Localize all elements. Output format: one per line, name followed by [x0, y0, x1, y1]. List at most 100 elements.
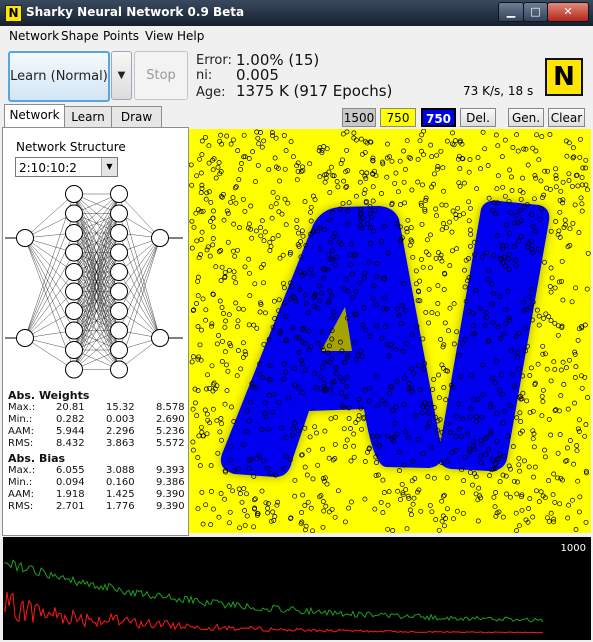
stat-value: 2.690 [156, 414, 185, 425]
learn-button[interactable]: Learn (Normal) [8, 51, 110, 102]
clear-button[interactable]: Clear [548, 108, 585, 127]
network-connection [24, 237, 75, 292]
menu-bar: Network Shape Points View Help [0, 26, 593, 46]
menu-network[interactable]: Network [9, 29, 59, 43]
drawing-canvas[interactable] [189, 129, 591, 533]
stat-value: 15.32 [106, 402, 135, 413]
close-button[interactable]: ✕ [547, 2, 589, 22]
stat-row-label: AAM: [8, 426, 34, 437]
network-neuron [110, 302, 128, 320]
stat-row: AAM: 5.944 2.296 5.236 [8, 426, 185, 438]
stop-button[interactable]: Stop [134, 51, 188, 100]
network-structure-select[interactable]: 2:10:10:2 ▼ [15, 157, 118, 177]
stat-value: 1.425 [106, 489, 135, 500]
stat-row: Max.: 6.055 3.088 9.393 [8, 465, 185, 477]
stat-row: AAM: 1.918 1.425 9.390 [8, 489, 185, 501]
network-neuron [65, 321, 83, 340]
stat-value: 9.386 [156, 477, 185, 488]
network-neuron [110, 204, 128, 223]
network-neuron [65, 360, 83, 379]
network-neuron [65, 224, 83, 242]
chevron-down-icon[interactable]: ▼ [101, 158, 117, 176]
stat-value: 0.094 [56, 477, 85, 488]
error-label: Error: [196, 53, 232, 68]
network-neuron [16, 229, 34, 247]
menu-points[interactable]: Points [103, 29, 139, 43]
network-structure-value: 2:10:10:2 [19, 161, 77, 175]
stat-row: Min.: 0.282 0.003 2.690 [8, 414, 185, 426]
menu-view[interactable]: View [145, 29, 173, 43]
stat-value: 0.282 [56, 414, 85, 425]
stat-row: RMS: 8.432 3.863 5.572 [8, 438, 185, 450]
network-neuron [110, 185, 128, 203]
stat-value: 2.296 [106, 426, 135, 437]
network-neuron [110, 341, 128, 359]
network-neuron [110, 224, 128, 242]
stat-value: 9.390 [156, 501, 185, 512]
network-neuron [65, 185, 83, 203]
ni-label: ni: [196, 68, 213, 83]
network-neuron [110, 360, 128, 379]
minimize-button[interactable]: ▁ [498, 2, 524, 22]
stat-value: 5.944 [56, 426, 85, 437]
title-bar: N Sharky Neural Network 0.9 Beta ▁ □ ✕ [0, 0, 593, 27]
tab-learn[interactable]: Learn [64, 106, 112, 127]
weights-table: Abs. Weights Max.: 20.81 15.32 8.578 Min.: 0.… [8, 389, 185, 450]
network-diagram [5, 185, 183, 379]
stat-value: 6.055 [56, 465, 85, 476]
age-value: 1375 K (917 Epochs) [236, 82, 393, 100]
error-chart: 1000 [3, 537, 591, 640]
stat-value: 2.701 [56, 501, 85, 512]
chart-background [3, 537, 591, 640]
menu-shape[interactable]: Shape [61, 29, 99, 43]
points-750-blue-button[interactable]: 750 [421, 108, 456, 127]
network-neuron [110, 282, 128, 301]
bias-table: Abs. Bias Max.: 6.055 3.088 9.393 Min.: 0.094… [8, 452, 185, 513]
stat-value: 1.918 [56, 489, 85, 500]
window-title: Sharky Neural Network 0.9 Beta [26, 5, 245, 19]
network-neuron [65, 282, 83, 301]
speed-text: 73 K/s, 18 s [463, 84, 534, 98]
network-neuron [110, 321, 128, 340]
maximize-button[interactable]: □ [523, 2, 548, 22]
stat-value: 3.863 [106, 438, 135, 449]
network-neuron [65, 243, 83, 262]
stat-value: 5.572 [156, 438, 185, 449]
stat-value: 5.236 [156, 426, 185, 437]
learn-mode-dropdown[interactable]: ▼ [111, 51, 132, 100]
network-neuron [65, 302, 83, 320]
tab-draw[interactable]: Draw [111, 106, 162, 127]
stat-value: 20.81 [56, 402, 85, 413]
delete-button[interactable]: Del. [460, 108, 496, 127]
network-neuron [65, 341, 83, 359]
stat-row-label: Max.: [8, 465, 36, 476]
chart-max-label: 1000 [561, 543, 586, 554]
points-1500-button[interactable]: 1500 [342, 108, 376, 127]
network-neuron [16, 329, 34, 347]
network-structure-label: Network Structure [16, 140, 126, 154]
stat-value: 3.088 [106, 465, 135, 476]
tab-network[interactable]: Network [4, 104, 65, 127]
network-neuron [65, 204, 83, 223]
app-icon: N [5, 5, 22, 22]
stat-row-label: RMS: [8, 501, 34, 512]
stat-value: 8.578 [156, 402, 185, 413]
network-neuron [110, 243, 128, 262]
stat-row-label: Min.: [8, 477, 33, 488]
stat-value: 9.390 [156, 489, 185, 500]
stat-value: 9.393 [156, 465, 185, 476]
stat-row: RMS: 2.701 1.776 9.390 [8, 501, 185, 513]
generate-button[interactable]: Gen. [508, 108, 544, 127]
stat-row-label: RMS: [8, 438, 34, 449]
age-label: Age: [196, 85, 226, 100]
stat-value: 0.160 [106, 477, 135, 488]
stat-row-label: Max.: [8, 402, 36, 413]
stat-row: Min.: 0.094 0.160 9.386 [8, 477, 185, 489]
stat-value: 0.003 [106, 414, 135, 425]
network-neuron [151, 229, 169, 247]
stat-row: Max.: 20.81 15.32 8.578 [8, 402, 185, 414]
points-750-yellow-button[interactable]: 750 [380, 108, 416, 127]
menu-help[interactable]: Help [177, 29, 204, 43]
weights-title: Abs. Weights [8, 389, 90, 402]
network-neuron [65, 263, 83, 281]
